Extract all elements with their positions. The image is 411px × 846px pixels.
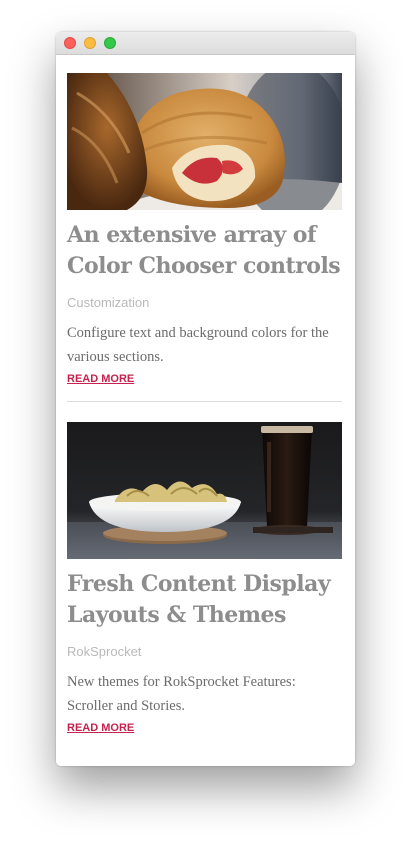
browser-window: An extensive array of Color Chooser cont… xyxy=(56,32,355,766)
article-description: New themes for RokSprocket Features: Scr… xyxy=(67,674,296,714)
croissant-photo[interactable] xyxy=(67,73,342,210)
window-titlebar[interactable] xyxy=(56,32,355,55)
article-divider xyxy=(67,401,342,402)
read-more-link[interactable]: READ MORE xyxy=(67,721,134,735)
article-category: RokSprocket xyxy=(67,644,142,659)
maximize-window-button[interactable] xyxy=(104,37,116,49)
snack-and-beer-photo[interactable] xyxy=(67,422,342,559)
article-list: An extensive array of Color Chooser cont… xyxy=(67,73,342,736)
article-title[interactable]: Fresh Content Display Layouts & Themes xyxy=(67,569,342,631)
minimize-window-button[interactable] xyxy=(84,37,96,49)
article-card: Fresh Content Display Layouts & Themes R… xyxy=(67,422,342,736)
read-more-link[interactable]: READ MORE xyxy=(67,372,134,386)
article-card: An extensive array of Color Chooser cont… xyxy=(67,73,342,387)
article-description: Configure text and background colors for… xyxy=(67,325,329,365)
close-window-button[interactable] xyxy=(64,37,76,49)
article-category: Customization xyxy=(67,295,150,310)
article-title[interactable]: An extensive array of Color Chooser cont… xyxy=(67,220,342,282)
